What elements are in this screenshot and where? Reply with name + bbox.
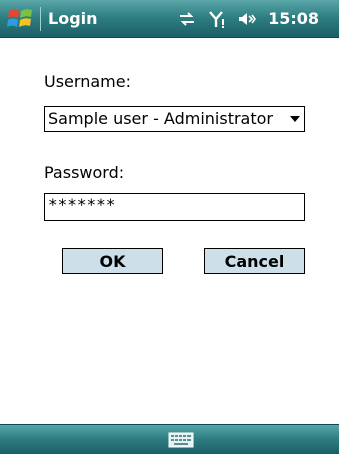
connectivity-icon[interactable] <box>178 10 196 28</box>
ok-button[interactable]: OK <box>62 248 163 274</box>
status-area: 15:08 <box>178 8 319 30</box>
chevron-down-icon[interactable] <box>290 116 300 122</box>
password-label: Password: <box>44 163 125 182</box>
username-label: Username: <box>44 72 131 91</box>
clock[interactable]: 15:08 <box>268 9 319 29</box>
volume-icon[interactable] <box>238 10 257 28</box>
window-title: Login <box>48 9 98 28</box>
username-select-value: Sample user - Administrator <box>48 109 273 128</box>
menu-bar <box>0 424 339 454</box>
windows-start-icon[interactable] <box>6 6 34 32</box>
title-separator <box>40 7 41 31</box>
cancel-button[interactable]: Cancel <box>204 248 305 274</box>
login-screen: Login 15:08 Username: Sample user - Admi… <box>0 0 339 454</box>
username-select[interactable]: Sample user - Administrator <box>44 106 305 132</box>
signal-icon[interactable] <box>208 10 226 28</box>
title-bar: Login 15:08 <box>0 0 339 38</box>
password-field[interactable]: ******* <box>44 193 305 221</box>
keyboard-icon[interactable] <box>168 430 194 450</box>
